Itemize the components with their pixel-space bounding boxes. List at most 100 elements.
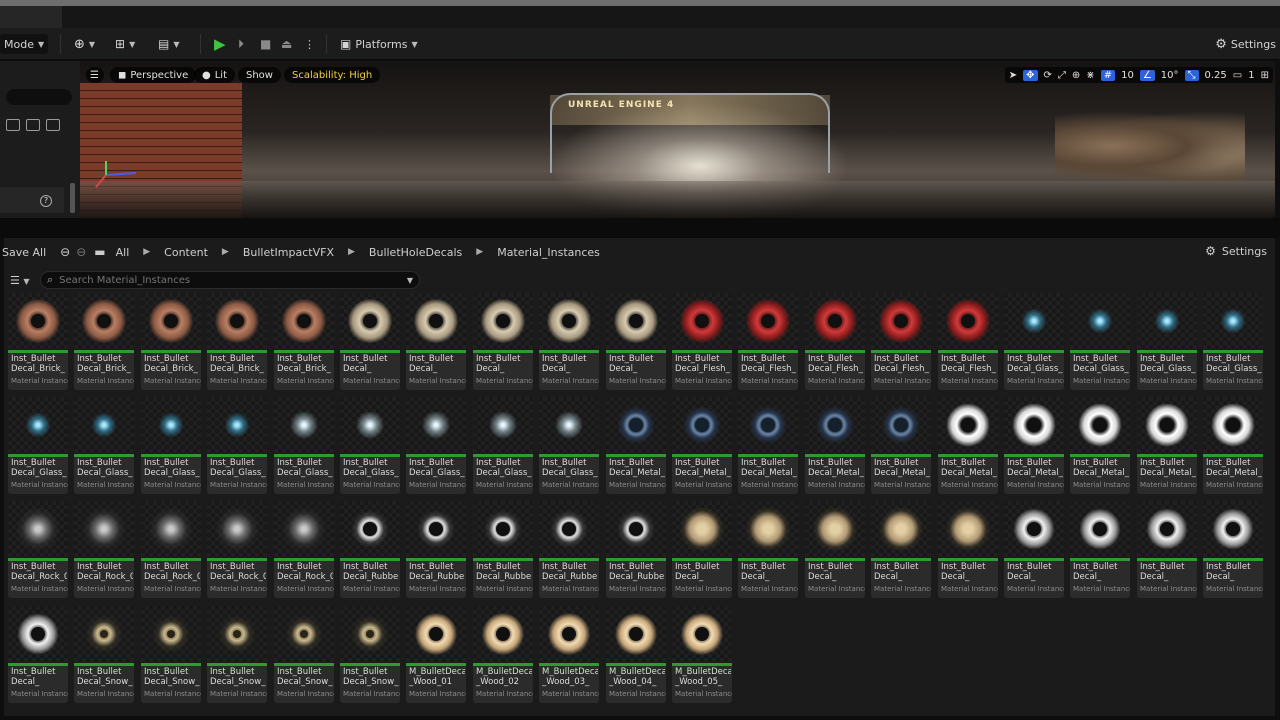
blueprints-button[interactable]: ⊞ ▼ xyxy=(115,34,135,54)
asset-tile[interactable]: Inst_Bullet Decal_ Material Instance xyxy=(805,501,865,598)
asset-tile[interactable]: Inst_Bullet Decal_Rock_04 Material Instan… xyxy=(207,501,267,598)
asset-tile[interactable]: Inst_Bullet Decal_Metal_ Material Instanc… xyxy=(1070,397,1130,494)
play-button[interactable]: ▶ xyxy=(214,34,226,54)
asset-tile[interactable]: Inst_Bullet Decal_Flesh_ Material Instanc… xyxy=(738,293,798,390)
search-input[interactable] xyxy=(59,274,400,286)
asset-tile[interactable]: Inst_Bullet Decal_Glass_ Material Instanc… xyxy=(473,397,533,494)
grid-snap-icon[interactable]: # xyxy=(1100,69,1116,81)
asset-tile[interactable]: Inst_Bullet Decal_Glass_ Material Instanc… xyxy=(406,397,466,494)
asset-tile[interactable]: Inst_Bullet Decal_Metal_ Material Instanc… xyxy=(738,397,798,494)
asset-tile[interactable]: Inst_Bullet Decal_ Material Instance xyxy=(871,501,931,598)
asset-tile[interactable]: Inst_Bullet Decal_Glass_ Material Instanc… xyxy=(74,397,134,494)
asset-tile[interactable]: Inst_Bullet Decal_ Material Instance xyxy=(1070,501,1130,598)
asset-search-box[interactable]: ⌕ ▼ xyxy=(40,271,420,289)
asset-tile[interactable]: Inst_Bullet Decal_Brick_ Material Instanc… xyxy=(8,293,68,390)
scale-snap-value[interactable]: 0.25 xyxy=(1205,70,1227,81)
asset-tile[interactable]: Inst_Bullet Decal_Flesh_ Material Instanc… xyxy=(805,293,865,390)
asset-tile[interactable]: Inst_Bullet Decal_ Material Instance xyxy=(1004,501,1064,598)
viewport-menu-button[interactable]: ☰ xyxy=(86,67,104,83)
panel-search-field[interactable] xyxy=(6,89,72,105)
asset-tile[interactable]: Inst_Bullet Decal_Rubber_ Material Instan… xyxy=(473,501,533,598)
asset-tile[interactable]: Inst_Bullet Decal_Metal_ Material Instanc… xyxy=(606,397,666,494)
panel-scrollbar[interactable] xyxy=(70,183,75,213)
asset-tile[interactable]: Inst_Bullet Decal_Metal_ Material Instanc… xyxy=(1203,397,1263,494)
cinematics-button[interactable]: ▤ ▼ xyxy=(158,34,180,54)
help-icon[interactable]: ? xyxy=(40,195,52,207)
scalability-button[interactable]: Scalability: High xyxy=(284,67,381,83)
maximize-icon[interactable]: ⊞ xyxy=(1261,70,1269,81)
rotation-snap-icon[interactable]: ∠ xyxy=(1139,69,1155,81)
asset-tile[interactable]: Inst_Bullet Decal_ Material Instance xyxy=(8,606,68,703)
level-tab[interactable] xyxy=(0,6,62,28)
asset-tile[interactable]: Inst_Bullet Decal_ Material Instance xyxy=(606,293,666,390)
stop-button[interactable]: ■ xyxy=(260,34,271,54)
asset-tile[interactable]: Inst_Bullet Decal_Glass_ Material Instanc… xyxy=(1004,293,1064,390)
asset-tile[interactable]: Inst_Bullet Decal_Glass_ Material Instanc… xyxy=(1070,293,1130,390)
asset-tile[interactable]: Inst_Bullet Decal_Snow_ Material Instance xyxy=(340,606,400,703)
asset-tile[interactable]: Inst_Bullet Decal_Glass_ Material Instanc… xyxy=(207,397,267,494)
asset-tile[interactable]: Inst_Bullet Decal_Glass_ Material Instanc… xyxy=(1203,293,1263,390)
asset-tile[interactable]: Inst_Bullet Decal_Glass_ Material Instanc… xyxy=(274,397,334,494)
asset-tile[interactable]: Inst_Bullet Decal_ Material Instance xyxy=(938,501,998,598)
view-mode-button[interactable]: ● Lit xyxy=(194,67,236,83)
toolbar-settings-button[interactable]: ⚙ Settings xyxy=(1215,34,1276,54)
asset-tile[interactable]: Inst_Bullet Decal_ Material Instance xyxy=(1137,501,1197,598)
square-icon[interactable] xyxy=(46,119,60,131)
mode-dropdown[interactable]: Mode ▼ xyxy=(0,34,48,54)
filter-button[interactable]: ☰ ▼ xyxy=(4,274,36,287)
asset-tile[interactable]: Inst_Bullet Decal_Rock_02 Material Instan… xyxy=(74,501,134,598)
asset-tile[interactable]: Inst_Bullet Decal_Glass_ Material Instanc… xyxy=(340,397,400,494)
asset-tile[interactable]: Inst_Bullet Decal_Snow_ Material Instance xyxy=(274,606,334,703)
asset-tile[interactable]: M_BulletDecal _Wood_03_ Material Instance xyxy=(539,606,599,703)
chevron-down-icon[interactable]: ▼ xyxy=(407,276,413,285)
asset-tile[interactable]: Inst_Bullet Decal_Flesh_ Material Instanc… xyxy=(672,293,732,390)
surface-snap-icon[interactable]: ⋇ xyxy=(1086,70,1094,81)
asset-tile[interactable]: Inst_Bullet Decal_Metal_ Material Instanc… xyxy=(871,397,931,494)
asset-tile[interactable]: Inst_Bullet Decal_Metal_ Material Instanc… xyxy=(672,397,732,494)
asset-tile[interactable]: Inst_Bullet Decal_Glass_ Material Instanc… xyxy=(141,397,201,494)
asset-tile[interactable]: Inst_Bullet Decal_Snow_ Material Instance xyxy=(207,606,267,703)
asset-tile[interactable]: Inst_Bullet Decal_Brick_ Material Instanc… xyxy=(274,293,334,390)
breadcrumb-item[interactable]: All xyxy=(116,246,130,259)
asset-tile[interactable]: Inst_Bullet Decal_ Material Instance xyxy=(406,293,466,390)
rotate-icon[interactable]: ⟳ xyxy=(1044,70,1052,81)
breadcrumb-item[interactable]: Content xyxy=(164,246,208,259)
history-back-icon[interactable]: ⊖ xyxy=(60,245,70,259)
breadcrumb-item[interactable]: BulletImpactVFX xyxy=(243,246,334,259)
asset-tile[interactable]: Inst_Bullet Decal_ Material Instance xyxy=(672,501,732,598)
scale-icon[interactable]: ⤢ xyxy=(1058,70,1066,81)
save-all-button[interactable]: Save All xyxy=(2,246,46,259)
asset-tile[interactable]: Inst_Bullet Decal_Glass_ Material Instanc… xyxy=(8,397,68,494)
asset-tile[interactable]: Inst_Bullet Decal_Rubber_ Material Instan… xyxy=(539,501,599,598)
asset-tile[interactable]: Inst_Bullet Decal_Metal_ Material Instanc… xyxy=(938,397,998,494)
translate-icon[interactable]: ✥ xyxy=(1023,69,1038,81)
asset-tile[interactable]: M_BulletDecal _Wood_02 Material Instance xyxy=(473,606,533,703)
add-actor-button[interactable]: ⊕ ▼ xyxy=(74,34,95,54)
asset-tile[interactable]: Inst_Bullet Decal_Glass_ Material Instanc… xyxy=(1137,293,1197,390)
asset-tile[interactable]: M_BulletDecal _Wood_05_ Material Instance xyxy=(672,606,732,703)
asset-tile[interactable]: Inst_Bullet Decal_Rock_05 Material Instan… xyxy=(274,501,334,598)
asset-tile[interactable]: Inst_Bullet Decal_Rock_01 Material Instan… xyxy=(8,501,68,598)
asset-tile[interactable]: Inst_Bullet Decal_ Material Instance xyxy=(539,293,599,390)
transform-icon[interactable] xyxy=(6,119,20,131)
grid-snap-value[interactable]: 10 xyxy=(1121,70,1134,81)
asset-tile[interactable]: Inst_Bullet Decal_ Material Instance xyxy=(738,501,798,598)
breadcrumb-item[interactable]: Material_Instances xyxy=(497,246,600,259)
asset-tile[interactable]: Inst_Bullet Decal_Snow_ Material Instance xyxy=(74,606,134,703)
asset-tile[interactable]: Inst_Bullet Decal_ Material Instance xyxy=(340,293,400,390)
asset-tile[interactable]: Inst_Bullet Decal_Metal_ Material Instanc… xyxy=(1004,397,1064,494)
asset-tile[interactable]: Inst_Bullet Decal_ Material Instance xyxy=(473,293,533,390)
asset-tile[interactable]: Inst_Bullet Decal_Rubber_ Material Instan… xyxy=(406,501,466,598)
play-options-button[interactable]: ⋮ xyxy=(304,34,315,54)
eject-button[interactable]: ⏏ xyxy=(281,34,292,54)
show-button[interactable]: Show xyxy=(238,67,281,83)
history-forward-icon[interactable]: ⊖ xyxy=(76,245,86,259)
asset-tile[interactable]: Inst_Bullet Decal_Metal_ Material Instanc… xyxy=(1137,397,1197,494)
select-cursor-icon[interactable]: ➤ xyxy=(1009,70,1017,81)
rotation-snap-value[interactable]: 10° xyxy=(1161,70,1179,81)
asset-tile[interactable]: Inst_Bullet Decal_ Material Instance xyxy=(1203,501,1263,598)
platforms-dropdown[interactable]: ▣ Platforms ▼ xyxy=(340,34,418,54)
perspective-button[interactable]: ◼ Perspective xyxy=(110,67,197,83)
breadcrumb-item[interactable]: BulletHoleDecals xyxy=(369,246,462,259)
asset-tile[interactable]: Inst_Bullet Decal_Brick_ Material Instanc… xyxy=(74,293,134,390)
